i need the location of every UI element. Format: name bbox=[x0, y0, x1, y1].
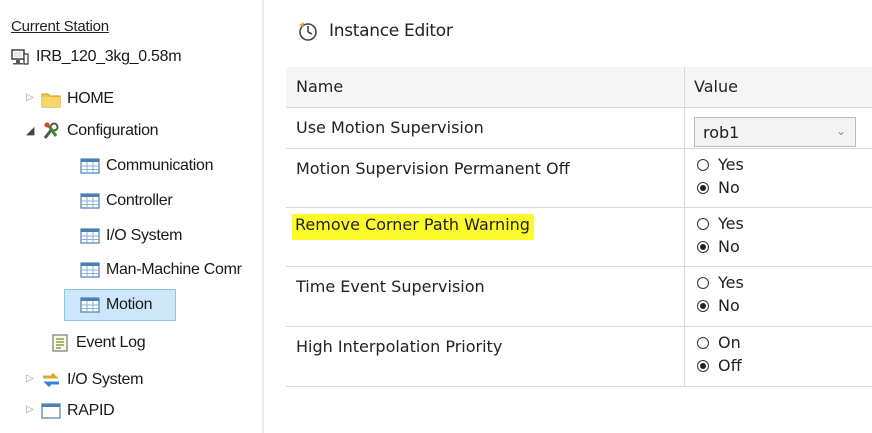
parameter-name: Time Event Supervision bbox=[296, 277, 485, 296]
collapse-arrow-icon[interactable]: ▷ bbox=[26, 373, 34, 384]
parameter-name: Use Motion Supervision bbox=[296, 118, 484, 137]
parameter-value: Yes No bbox=[694, 153, 872, 199]
radio-label: Off bbox=[718, 356, 742, 375]
tree-node-rapid[interactable]: RAPID bbox=[41, 397, 115, 425]
grid-header: Name Value bbox=[286, 67, 872, 108]
instance-editor-pane: Instance Editor Name Value Use Motion Su… bbox=[264, 0, 872, 433]
collapse-arrow-icon[interactable]: ▷ bbox=[26, 92, 34, 103]
io-system-icon bbox=[41, 371, 61, 389]
table-icon bbox=[80, 227, 100, 245]
column-divider bbox=[684, 208, 685, 266]
parameter-value: Yes No bbox=[694, 212, 872, 258]
tree-node-io-system-config[interactable]: I/O System bbox=[80, 222, 182, 250]
tree-node-label: I/O System bbox=[67, 371, 144, 388]
tree-node-station[interactable]: IRB_120_3kg_0.58m bbox=[10, 43, 182, 71]
radio-button-selected[interactable] bbox=[697, 240, 709, 253]
column-divider bbox=[684, 108, 685, 148]
tree-node-label: HOME bbox=[67, 90, 114, 107]
collapse-arrow-icon[interactable]: ▷ bbox=[26, 404, 34, 415]
radio-button-selected[interactable] bbox=[697, 299, 709, 312]
tree-node-communication[interactable]: Communication bbox=[80, 152, 214, 180]
editor-title: Instance Editor bbox=[329, 21, 453, 41]
radio-button-selected[interactable] bbox=[697, 181, 709, 194]
radio-label: Yes bbox=[718, 214, 744, 233]
tree-node-configuration[interactable]: Configuration bbox=[41, 117, 159, 145]
motion-supervision-dropdown[interactable]: rob1 ⌄ bbox=[694, 117, 856, 147]
parameter-name: Motion Supervision Permanent Off bbox=[296, 159, 570, 178]
radio-label: No bbox=[718, 178, 740, 197]
column-divider[interactable] bbox=[684, 67, 685, 107]
tree-node-label: Configuration bbox=[67, 122, 159, 139]
column-header-value[interactable]: Value bbox=[694, 77, 738, 96]
radio-label: Yes bbox=[718, 155, 744, 174]
tree-node-label: Motion bbox=[106, 296, 153, 313]
table-icon bbox=[80, 192, 100, 210]
tree-node-label: RAPID bbox=[67, 402, 115, 419]
column-divider bbox=[684, 149, 685, 207]
column-header-name[interactable]: Name bbox=[296, 77, 343, 96]
radio-button[interactable] bbox=[697, 217, 709, 230]
radio-option-yes[interactable]: Yes bbox=[694, 271, 872, 294]
tree-node-controller[interactable]: Controller bbox=[80, 187, 173, 215]
radio-button-selected[interactable] bbox=[697, 359, 709, 372]
radio-button[interactable] bbox=[697, 336, 709, 349]
radio-label: No bbox=[718, 296, 740, 315]
instance-editor-icon bbox=[296, 20, 320, 42]
radio-option-off[interactable]: Off bbox=[694, 354, 872, 377]
grid-row: Time Event Supervision Yes No bbox=[286, 267, 872, 327]
instance-grid: Name Value Use Motion Supervision rob1 ⌄… bbox=[286, 67, 872, 387]
controller-icon bbox=[10, 48, 30, 66]
folder-icon bbox=[41, 90, 61, 108]
current-station-link[interactable]: Current Station bbox=[11, 18, 109, 35]
radio-option-yes[interactable]: Yes bbox=[694, 212, 872, 235]
radio-button[interactable] bbox=[697, 158, 709, 171]
tree-node-label: Event Log bbox=[76, 334, 146, 351]
radio-option-yes[interactable]: Yes bbox=[694, 153, 872, 176]
rapid-icon bbox=[41, 402, 61, 420]
table-icon bbox=[80, 261, 100, 279]
tree-node-home[interactable]: HOME bbox=[41, 85, 114, 113]
parameter-value: On Off bbox=[694, 331, 872, 377]
column-divider bbox=[684, 267, 685, 326]
table-icon bbox=[80, 296, 100, 314]
grid-row: Remove Corner Path Warning Yes No bbox=[286, 208, 872, 267]
tree-node-event-log[interactable]: Event Log bbox=[50, 329, 146, 357]
station-tree: Current Station IRB_120_3kg_0.58m ▷ HOME… bbox=[0, 0, 262, 433]
dropdown-value: rob1 bbox=[703, 122, 740, 142]
tree-node-label: I/O System bbox=[106, 227, 183, 244]
radio-button[interactable] bbox=[697, 276, 709, 289]
editor-title-bar: Instance Editor bbox=[296, 20, 453, 42]
radio-option-no[interactable]: No bbox=[694, 294, 872, 317]
grid-row: Use Motion Supervision rob1 ⌄ bbox=[286, 108, 872, 149]
tree-node-label: Man-Machine Comr bbox=[106, 261, 242, 278]
radio-option-on[interactable]: On bbox=[694, 331, 872, 354]
radio-option-no[interactable]: No bbox=[694, 176, 872, 199]
radio-option-no[interactable]: No bbox=[694, 235, 872, 258]
tree-node-motion[interactable]: Motion bbox=[64, 289, 176, 321]
chevron-down-icon[interactable]: ⌄ bbox=[836, 124, 846, 138]
radio-label: No bbox=[718, 237, 740, 256]
column-divider bbox=[684, 327, 685, 386]
parameter-name: High Interpolation Priority bbox=[296, 337, 503, 356]
radio-label: On bbox=[718, 333, 741, 352]
configuration-icon bbox=[41, 122, 61, 140]
table-icon bbox=[80, 157, 100, 175]
grid-row: High Interpolation Priority On Off bbox=[286, 327, 872, 387]
parameter-value: Yes No bbox=[694, 271, 872, 317]
expanded-arrow-icon[interactable]: ◢ bbox=[26, 124, 34, 137]
radio-label: Yes bbox=[718, 273, 744, 292]
station-name: IRB_120_3kg_0.58m bbox=[36, 48, 182, 65]
tree-node-man-machine[interactable]: Man-Machine Comr bbox=[80, 256, 242, 284]
tree-node-io-system[interactable]: I/O System bbox=[41, 366, 143, 394]
grid-row: Motion Supervision Permanent Off Yes No bbox=[286, 149, 872, 208]
event-log-icon bbox=[50, 334, 70, 352]
parameter-name-highlighted: Remove Corner Path Warning bbox=[292, 214, 534, 240]
tree-node-label: Controller bbox=[106, 192, 173, 209]
tree-node-label: Communication bbox=[106, 157, 214, 174]
